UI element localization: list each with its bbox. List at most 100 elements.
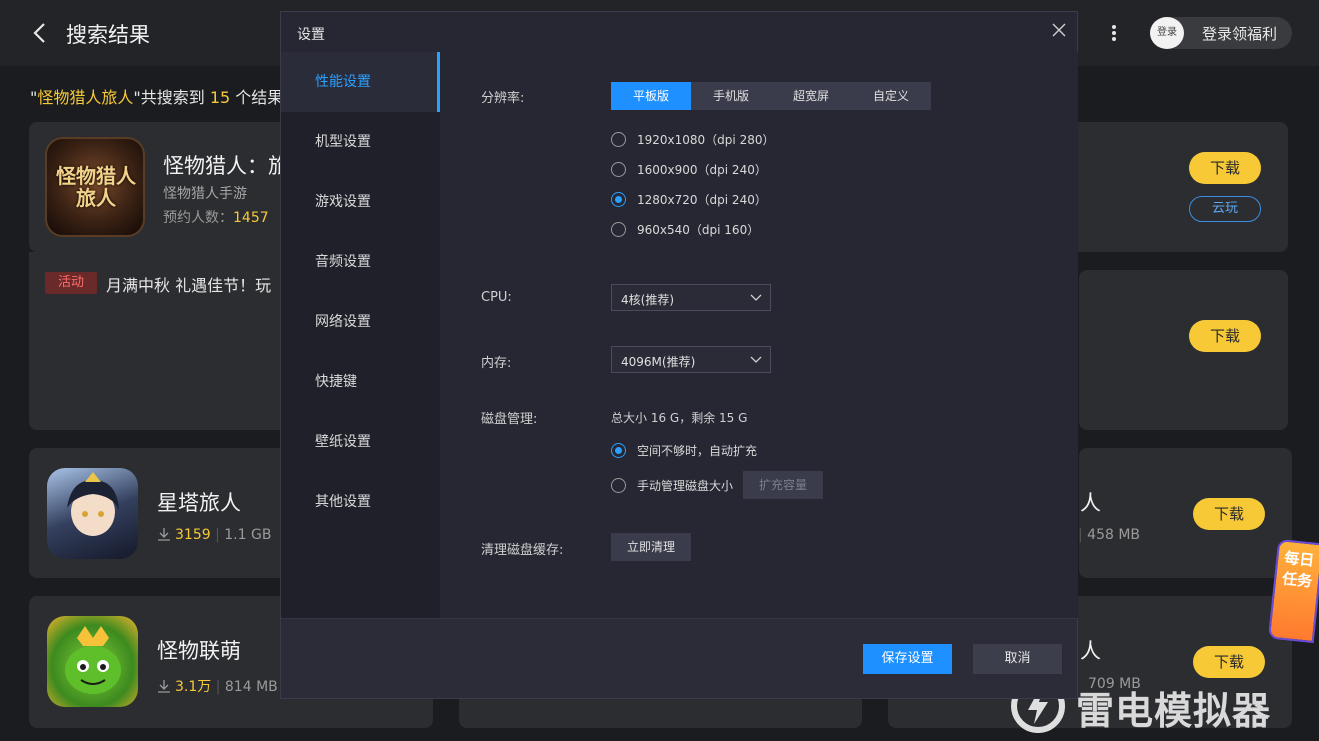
clear-now-button[interactable]: 立即清理 (611, 533, 691, 561)
download-button[interactable]: 下载 (1193, 498, 1265, 530)
avatar: 登录 (1150, 17, 1184, 49)
reservation-count: 1457 (233, 210, 269, 226)
nav-audio-settings[interactable]: 音频设置 (281, 232, 440, 292)
tab-custom[interactable]: 自定义 (851, 82, 931, 110)
nav-label: 网络设置 (315, 314, 371, 330)
cpu-select[interactable]: 4核(推荐) (611, 284, 771, 311)
game-title[interactable]: 星塔旅人 (157, 487, 241, 517)
game-icon-star-tower[interactable] (47, 468, 138, 559)
clear-cache-label: 清理磁盘缓存: (481, 543, 564, 558)
nav-label: 性能设置 (315, 74, 371, 90)
radio-button[interactable] (611, 161, 626, 177)
more-vertical-icon[interactable] (1105, 20, 1123, 46)
nav-shortcuts[interactable]: 快捷键 (281, 352, 440, 412)
game-stats: 3.1万 | 814 MB (157, 676, 278, 696)
game-logo-text: 怪物猎人旅人 (56, 164, 136, 210)
radio-label: 1920x1080（dpi 280） (637, 132, 775, 147)
resolution-mode-tabs: 平板版 手机版 超宽屏 自定义 (611, 82, 931, 110)
nav-wallpaper-settings[interactable]: 壁纸设置 (281, 412, 440, 472)
radio-label: 空间不够时，自动扩充 (637, 443, 758, 458)
disk-info: 总大小 16 G，剩余 15 G (611, 411, 748, 425)
download-count: 3.1万 (175, 679, 212, 695)
cpu-value: 4核(推荐) (621, 293, 674, 307)
monster-art-icon (65, 626, 121, 694)
daily-task-label: 每日任务 (1281, 548, 1316, 591)
tab-ultrawide[interactable]: 超宽屏 (771, 82, 851, 110)
app-window: 搜索结果 登录 登录领福利 "怪物猎人旅人"共搜索到 15 个结果 怪物猎人旅人… (0, 0, 1319, 741)
file-size: 1.1 GB (224, 527, 272, 543)
settings-sidebar: 性能设置 机型设置 游戏设置 音频设置 网络设置 快捷键 壁纸设置 其他设置 (281, 52, 440, 618)
game-icon-monster-hunter[interactable]: 怪物猎人旅人 (45, 137, 145, 237)
nav-game-settings[interactable]: 游戏设置 (281, 172, 440, 232)
result-count: 15 (209, 88, 231, 107)
resolution-label: 分辨率: (481, 91, 525, 106)
radio-label: 1280x720（dpi 240） (637, 192, 767, 207)
download-button[interactable]: 下载 (1189, 320, 1261, 352)
file-size: 814 MB (224, 679, 278, 695)
chevron-down-icon (750, 356, 762, 363)
disk-option[interactable]: 手动管理磁盘大小 (611, 475, 733, 495)
summary-suffix: 个结果 (230, 88, 284, 107)
game-title-partial[interactable]: 人 (1080, 487, 1101, 517)
game-title[interactable]: 怪物猎人：旅 (163, 150, 289, 180)
settings-dialog: 设置 性能设置 机型设置 游戏设置 音频设置 网络设置 快捷键 壁纸设置 其他设… (280, 11, 1078, 699)
search-keyword: 怪物猎人旅人 (37, 88, 134, 107)
cloud-play-button[interactable]: 云玩 (1189, 196, 1261, 222)
nav-label: 机型设置 (315, 134, 371, 150)
activity-tag: 活动 (45, 272, 97, 294)
download-count: 3159 (175, 527, 211, 543)
radio-button-selected[interactable] (611, 442, 626, 458)
expand-capacity-button[interactable]: 扩充容量 (743, 471, 823, 499)
nav-label: 快捷键 (315, 374, 357, 390)
resolution-option[interactable]: 960x540（dpi 160） (611, 219, 759, 239)
resolution-option[interactable]: 1600x900（dpi 240） (611, 159, 767, 179)
radio-label: 1600x900（dpi 240） (637, 162, 767, 177)
result-summary: "怪物猎人旅人"共搜索到 15 个结果 (30, 84, 283, 108)
radio-button[interactable] (611, 221, 626, 237)
game-title-partial[interactable]: 人 (1080, 635, 1101, 665)
activity-text[interactable]: 月满中秋 礼遇佳节！玩 (106, 272, 271, 296)
download-button[interactable]: 下载 (1193, 646, 1265, 678)
memory-select[interactable]: 4096M(推荐) (611, 346, 771, 373)
close-icon[interactable] (1051, 22, 1067, 38)
dialog-footer (281, 618, 1077, 698)
radio-button-selected[interactable] (611, 191, 626, 207)
radio-label: 手动管理磁盘大小 (637, 478, 734, 493)
nav-performance-settings[interactable]: 性能设置 (281, 52, 440, 112)
tab-tablet[interactable]: 平板版 (611, 82, 691, 110)
game-title[interactable]: 怪物联萌 (157, 635, 241, 665)
nav-label: 壁纸设置 (315, 434, 371, 450)
resolution-option[interactable]: 1920x1080（dpi 280） (611, 129, 774, 149)
cancel-button[interactable]: 取消 (973, 644, 1062, 674)
download-button[interactable]: 下载 (1189, 152, 1261, 184)
game-card-2[interactable] (1079, 270, 1288, 430)
save-settings-button[interactable]: 保存设置 (863, 644, 952, 674)
file-size: 458 MB (1087, 527, 1141, 543)
nav-label: 其他设置 (315, 494, 371, 510)
summary-text: "共搜索到 (133, 88, 210, 107)
nav-device-settings[interactable]: 机型设置 (281, 112, 440, 172)
game-icon-monster-league[interactable] (47, 616, 138, 707)
disk-label: 磁盘管理: (481, 412, 538, 427)
radio-button[interactable] (611, 131, 626, 147)
page-title: 搜索结果 (66, 23, 150, 47)
login-label: 登录领福利 (1202, 25, 1278, 43)
resolution-option-selected[interactable]: 1280x720（dpi 240） (611, 189, 767, 209)
memory-label: 内存: (481, 356, 512, 371)
login-button[interactable]: 登录 登录领福利 (1150, 17, 1292, 49)
radio-button[interactable] (611, 477, 626, 493)
file-size-partial: | 458 MB (1078, 527, 1141, 543)
game-subtitle: 怪物猎人手游 (163, 186, 247, 202)
character-art-icon (67, 472, 119, 536)
disk-option-selected[interactable]: 空间不够时，自动扩充 (611, 440, 757, 460)
game-reservations: 预约人数：1457 (163, 207, 269, 227)
tab-phone[interactable]: 手机版 (691, 82, 771, 110)
nav-other-settings[interactable]: 其他设置 (281, 472, 440, 532)
nav-label: 音频设置 (315, 254, 371, 270)
back-arrow-icon[interactable] (30, 20, 50, 46)
download-count-icon (158, 680, 170, 693)
brand-name: 雷电模拟器 (1076, 689, 1272, 733)
dialog-title: 设置 (297, 27, 325, 43)
reservation-label: 预约人数： (163, 210, 233, 226)
nav-network-settings[interactable]: 网络设置 (281, 292, 440, 352)
